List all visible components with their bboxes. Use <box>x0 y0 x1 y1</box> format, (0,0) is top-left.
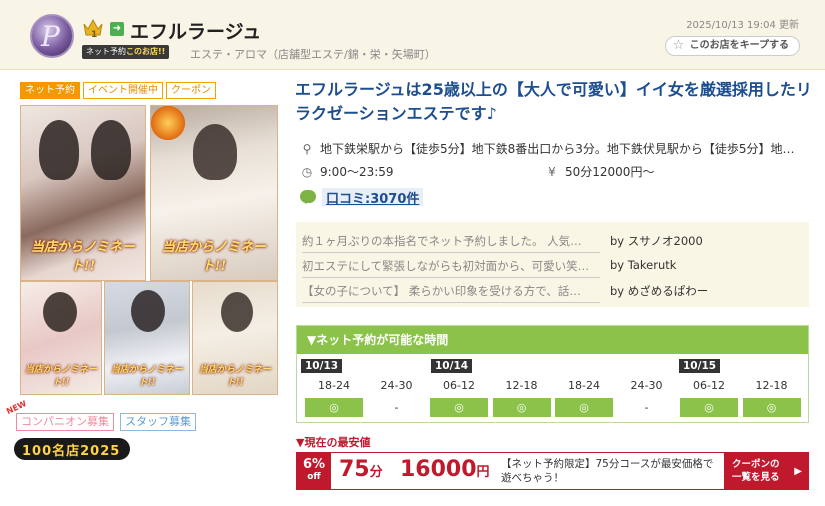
deal-price: 16000円 <box>400 457 490 482</box>
keep-shop-button[interactable]: ☆ このお店をキープする <box>664 36 800 56</box>
photo-caption: 当店からノミネート!! <box>24 365 97 388</box>
date-label: 10/15 <box>679 359 721 373</box>
update-timestamp: 2025/10/13 19:04 更新 <box>686 20 799 31</box>
slot-time: 12-18 <box>505 379 538 392</box>
net-badge-prefix: ネット予約 <box>86 47 126 56</box>
gallery-photo-3[interactable]: 当店からノミネート!! <box>20 281 102 395</box>
discount-word: off <box>307 472 321 482</box>
slot-time: 06-12 <box>693 379 725 392</box>
award-badge[interactable]: 100名店2025 <box>14 438 130 460</box>
gallery-photo-4[interactable]: 当店からノミネート!! <box>104 281 190 395</box>
slot-time: 24-30 <box>630 379 663 392</box>
slot-unavailable: - <box>394 401 399 414</box>
deal-price-value: 16000 <box>400 457 477 482</box>
slot-time: 06-12 <box>443 379 475 392</box>
tag-coupon[interactable]: クーポン <box>166 82 216 99</box>
discount-badge: 6% off <box>297 453 331 489</box>
star-icon: ☆ <box>672 38 685 53</box>
hours-info: ◷ 9:00〜23:59 <box>300 163 394 180</box>
tag-event[interactable]: イベント開催中 <box>83 82 163 99</box>
enter-icon: ➜ <box>110 22 124 36</box>
net-badge-suffix: このお店!! <box>126 47 166 56</box>
deal-note: 【ネット予約限定】75分コースが最安価格で遊べちゃう！ <box>501 458 714 484</box>
review-author: by めざめるぱわー <box>610 284 709 298</box>
review-snippet[interactable]: 初エステにして緊張しながらも初対面から、可愛い笑… <box>302 258 600 278</box>
review-snippet[interactable]: 【女の子について】 柔らかい印象を受ける方で、話… <box>302 283 600 303</box>
access-text: 地下鉄栄駅から【徒歩5分】地下鉄8番出口から3分。地下鉄伏見駅から【徒歩5分】地… <box>320 142 795 156</box>
shop-logo[interactable]: P <box>30 14 74 58</box>
discount-percent: 6% <box>302 457 326 472</box>
time-slot: 24-30 - <box>366 378 428 417</box>
net-reserve-schedule: ▼ネット予約が可能な時間 10/13 10/14 10/15 18-24 ◎ 24-… <box>296 325 809 423</box>
slot-time: 12-18 <box>755 379 788 392</box>
slot-available-button[interactable]: ◎ <box>680 398 738 417</box>
review-author: by スサノオ2000 <box>610 234 703 248</box>
time-slot[interactable]: 06-12 ◎ <box>428 378 490 417</box>
photo-caption: 当店からノミネート!! <box>30 240 135 274</box>
shop-catchcopy: エフルラージュは25歳以上の【大人で可愛い】イイ女を厳選採用したリラクゼーション… <box>295 80 812 123</box>
slot-time: 18-24 <box>568 379 600 392</box>
coupon-list-button[interactable]: クーポンの 一覧を見る ▶ <box>724 453 808 489</box>
tag-net-reserve[interactable]: ネット予約 <box>20 82 80 99</box>
review-snippet[interactable]: 約１ヶ月ぶりの本指名でネット予約しました。 人気… <box>302 233 600 253</box>
price-text: 50分12000円〜 <box>565 165 655 179</box>
slot-available-button[interactable]: ◎ <box>430 398 488 417</box>
companion-recruit-link[interactable]: コンパニオン募集 <box>16 413 114 431</box>
keep-label: このお店をキープする <box>689 40 789 51</box>
review-count-link[interactable]: 口コミ:3070件 <box>322 188 424 207</box>
shop-category: エステ・アロマ（店舗型エステ/錦・栄・矢場町） <box>190 48 436 61</box>
price-info: ¥50分12000円〜 <box>545 163 654 180</box>
slot-unavailable: - <box>644 401 649 414</box>
gallery-photo-1[interactable]: 当店からノミネート!! <box>20 105 146 281</box>
time-slot[interactable]: 12-18 ◎ <box>491 378 553 417</box>
lowest-price-deal[interactable]: 6% off 75分 16000円 【ネット予約限定】75分コースが最安価格で遊… <box>296 452 809 490</box>
lowest-price-label: ▼現在の最安値 <box>296 436 371 449</box>
slot-time: 24-30 <box>380 379 413 392</box>
gallery-photo-2[interactable]: 当店からノミネート!! <box>150 105 278 281</box>
deal-minutes-unit: 分 <box>369 465 383 480</box>
award-label: 100名店2025 <box>22 444 121 459</box>
deal-price-unit: 円 <box>476 465 490 480</box>
slot-time: 18-24 <box>318 379 350 392</box>
shop-header: P 1 ➜ エフルラージュ ネット予約このお店!! エステ・アロマ（店舗型エステ… <box>0 0 825 70</box>
rank-number: 1 <box>91 30 98 40</box>
map-pin-icon: ⚲ <box>302 142 312 156</box>
clock-icon: ◷ <box>301 165 313 179</box>
recruit-links: コンパニオン募集 スタッフ募集 <box>16 413 196 431</box>
slot-available-button[interactable]: ◎ <box>742 398 801 417</box>
time-slot[interactable]: 18-24 ◎ <box>303 378 365 417</box>
time-slot[interactable]: 18-24 ◎ <box>553 378 615 417</box>
schedule-title: ▼ネット予約が可能な時間 <box>297 326 808 354</box>
arrow-right-icon: ▶ <box>794 466 802 477</box>
review-list: 約１ヶ月ぶりの本指名でネット予約しました。 人気… by スサノオ2000 初エ… <box>296 222 809 307</box>
net-reserve-badge: ネット予約このお店!! <box>82 45 170 59</box>
slot-available-button[interactable]: ◎ <box>555 398 613 417</box>
photo-caption: 当店からノミネート!! <box>110 365 183 388</box>
hours-text: 9:00〜23:59 <box>320 165 394 179</box>
date-label: 10/14 <box>431 359 473 373</box>
photo-caption: 当店からノミネート!! <box>198 365 271 388</box>
date-label: 10/13 <box>301 359 343 373</box>
schedule-dates: 10/13 10/14 10/15 <box>301 359 804 373</box>
shop-logo-letter: P <box>41 20 60 53</box>
time-slot[interactable]: 06-12 ◎ <box>678 378 740 417</box>
deal-minutes: 75分 <box>339 457 383 482</box>
time-slot: 24-30 - <box>616 378 678 417</box>
feature-tags: ネット予約 イベント開催中 クーポン <box>20 82 216 99</box>
speech-bubble-icon <box>300 190 316 204</box>
yen-icon: ¥ <box>548 165 556 179</box>
slot-available-button[interactable]: ◎ <box>492 398 551 417</box>
photo-caption: 当店からノミネート!! <box>161 240 266 274</box>
time-slot[interactable]: 12-18 ◎ <box>741 378 803 417</box>
shop-name[interactable]: エフルラージュ <box>130 17 261 44</box>
gallery-photo-5[interactable]: 当店からノミネート!! <box>192 281 278 395</box>
slot-available-button[interactable]: ◎ <box>305 398 363 417</box>
deal-minutes-value: 75 <box>339 457 370 482</box>
review-author: by Takerutk <box>610 258 677 272</box>
staff-recruit-link[interactable]: スタッフ募集 <box>120 413 196 431</box>
access-info: ⚲ 地下鉄栄駅から【徒歩5分】地下鉄8番出口から3分。地下鉄伏見駅から【徒歩5分】… <box>300 140 800 157</box>
